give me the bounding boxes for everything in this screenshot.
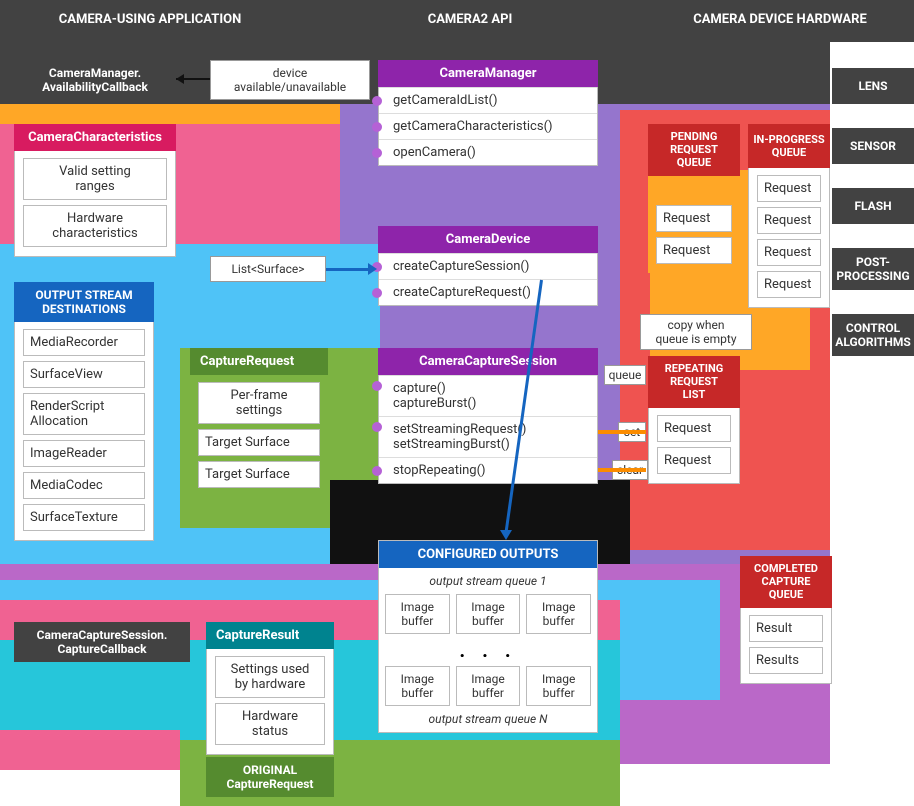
- configured-outputs-box: CONFIGURED OUTPUTS output stream queue 1…: [378, 540, 598, 733]
- os-renderscript: RenderScript Allocation: [23, 393, 145, 435]
- cq-results: Results: [749, 647, 823, 674]
- co-buf2: Image buffer: [456, 594, 521, 634]
- camera-device-title: CameraDevice: [378, 226, 598, 253]
- pending-queue-box: PENDING REQUEST QUEUE Request Request: [648, 124, 740, 273]
- cd-createCaptureRequest: createCaptureRequest(): [379, 279, 597, 305]
- os-surfacetexture: SurfaceTexture: [23, 504, 145, 531]
- col-header-hw: CAMERA DEVICE HARDWARE: [660, 12, 900, 27]
- hw-sensor: SENSOR: [832, 128, 914, 164]
- hw-control: CONTROL ALGORITHMS: [832, 314, 914, 356]
- queue-label: queue: [604, 365, 646, 385]
- inprogress-queue-box: IN-PROGRESS QUEUE Request Request Reques…: [748, 124, 830, 308]
- cr-target2: Target Surface: [198, 461, 320, 488]
- cm-openCamera: openCamera(): [379, 139, 597, 165]
- repeating-list-title: REPEATING REQUEST LIST: [648, 356, 740, 408]
- co-q1-label: output stream queue 1: [379, 568, 597, 594]
- ipq-req3: Request: [757, 239, 821, 266]
- device-available-label: device available/unavailable: [210, 60, 370, 100]
- cc-hw-chars: Hardware characteristics: [23, 205, 167, 247]
- pq-req2: Request: [656, 237, 732, 264]
- pending-queue-title: PENDING REQUEST QUEUE: [648, 124, 740, 176]
- inprogress-queue-title: IN-PROGRESS QUEUE: [748, 124, 830, 168]
- arrow-clear: [598, 468, 646, 472]
- co-qn-label: output stream queue N: [379, 706, 597, 732]
- cd-createCaptureSession: createCaptureSession(): [379, 253, 597, 279]
- ipq-req2: Request: [757, 207, 821, 234]
- ipq-req4: Request: [757, 271, 821, 298]
- cs-capture: capture(): [379, 375, 597, 396]
- hw-post: POST- PROCESSING: [832, 248, 914, 290]
- list-surface-label: List<Surface>: [210, 256, 326, 282]
- rl-req2: Request: [657, 447, 731, 474]
- camera-manager-title: CameraManager: [378, 60, 598, 87]
- cq-result: Result: [749, 615, 823, 642]
- col-header-api: CAMERA2 API: [380, 12, 560, 27]
- co-bufn2: Image buffer: [456, 666, 521, 706]
- camera-device-box: CameraDevice createCaptureSession() crea…: [378, 226, 598, 306]
- cres-settings: Settings used by hardware: [215, 656, 325, 698]
- output-stream-box: OUTPUT STREAM DESTINATIONS MediaRecorder…: [14, 282, 154, 541]
- arrow-listsurface: [326, 268, 370, 271]
- completed-queue-box: COMPLETED CAPTURE QUEUE Result Results: [740, 556, 832, 684]
- os-mediarecorder: MediaRecorder: [23, 329, 145, 356]
- col-header-app: CAMERA-USING APPLICATION: [40, 12, 260, 27]
- cres-status: Hardware status: [215, 703, 325, 745]
- capture-result-box: CaptureResult Settings used by hardware …: [206, 622, 334, 755]
- original-capture-request: ORIGINAL CaptureRequest: [206, 757, 334, 797]
- co-bufn1: Image buffer: [385, 666, 450, 706]
- capture-request-title: CaptureRequest: [190, 348, 328, 375]
- cs-setStreamingBurst: setStreamingBurst(): [379, 437, 597, 457]
- ipq-req1: Request: [757, 175, 821, 202]
- camera-session-box: CameraCaptureSession capture() captureBu…: [378, 348, 598, 484]
- camera-characteristics-box: CameraCharacteristics Valid setting rang…: [14, 124, 176, 257]
- camera-session-title: CameraCaptureSession: [378, 348, 598, 375]
- cr-target1: Target Surface: [198, 429, 320, 456]
- cm-getCameraIdList: getCameraIdList(): [379, 87, 597, 113]
- availability-callback: CameraManager. AvailabilityCallback: [14, 60, 176, 100]
- os-imagereader: ImageReader: [23, 440, 145, 467]
- os-mediacodec: MediaCodec: [23, 472, 145, 499]
- hw-flash: FLASH: [832, 188, 914, 224]
- cc-valid-ranges: Valid setting ranges: [23, 158, 167, 200]
- camera-characteristics-title: CameraCharacteristics: [14, 124, 176, 151]
- configured-outputs-title: CONFIGURED OUTPUTS: [379, 541, 597, 568]
- camera-manager-box: CameraManager getCameraIdList() getCamer…: [378, 60, 598, 166]
- co-buf3: Image buffer: [526, 594, 591, 634]
- cs-stopRepeating: stopRepeating(): [379, 457, 597, 483]
- output-stream-title: OUTPUT STREAM DESTINATIONS: [14, 282, 154, 322]
- capture-request-box: CaptureRequest Per-frame settings Target…: [190, 348, 328, 497]
- completed-queue-title: COMPLETED CAPTURE QUEUE: [740, 556, 832, 608]
- pq-req1: Request: [656, 205, 732, 232]
- repeating-list-box: REPEATING REQUEST LIST Request Request: [648, 356, 740, 484]
- cm-getCameraCharacteristics: getCameraCharacteristics(): [379, 113, 597, 139]
- co-dots: . . .: [379, 634, 597, 666]
- co-buf1: Image buffer: [385, 594, 450, 634]
- cr-perframe: Per-frame settings: [198, 382, 320, 424]
- cs-captureBurst: captureBurst(): [379, 396, 597, 416]
- capture-callback: CameraCaptureSession. CaptureCallback: [14, 622, 190, 662]
- hw-lens: LENS: [832, 68, 914, 104]
- arrow-set: [598, 430, 646, 434]
- copy-empty-label: copy when queue is empty: [640, 314, 752, 350]
- co-bufn3: Image buffer: [526, 666, 591, 706]
- arrow-listsurface-head: [368, 263, 377, 275]
- arrow-session-down-head: [500, 530, 512, 540]
- capture-result-title: CaptureResult: [206, 622, 334, 649]
- rl-req1: Request: [657, 415, 731, 442]
- os-surfaceview: SurfaceView: [23, 361, 145, 388]
- arrow-avail-head: [176, 74, 184, 84]
- cs-setStreamingRequest: setStreamingRequest(): [379, 416, 597, 437]
